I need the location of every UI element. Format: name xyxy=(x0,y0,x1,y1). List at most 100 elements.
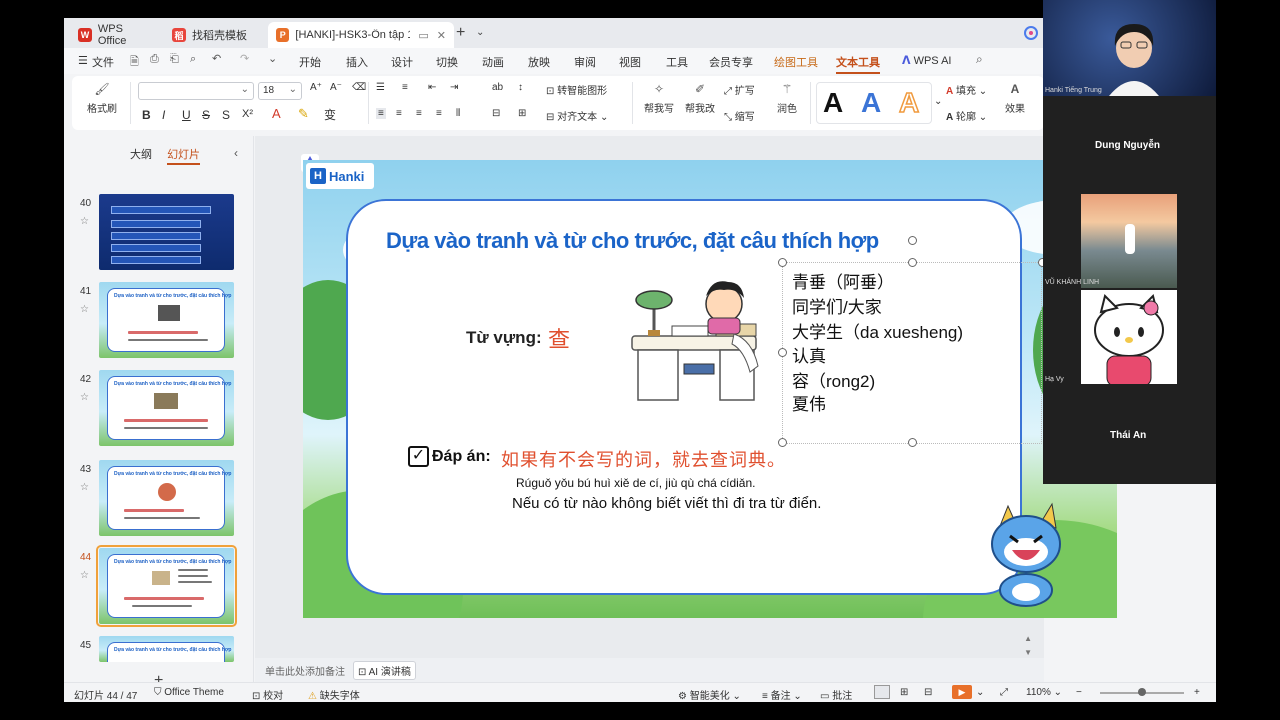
star-icon[interactable]: ☆ xyxy=(80,482,89,493)
columns-icon[interactable]: ⫴ xyxy=(456,108,460,119)
fit-window-icon[interactable]: ⤢ xyxy=(1000,687,1008,698)
menu-insert[interactable]: 插入 xyxy=(346,54,368,70)
italic-button[interactable]: I xyxy=(162,108,165,122)
zoom-slider[interactable] xyxy=(1100,688,1184,696)
fill-button[interactable]: A 填充 ⌄ xyxy=(946,82,987,97)
line-spacing-icon[interactable]: ↕ xyxy=(518,82,523,93)
increase-font-icon[interactable]: A⁺ xyxy=(310,82,322,93)
search-icon[interactable]: ⌕ xyxy=(976,52,983,67)
theme-indicator[interactable]: ⛉ Office Theme xyxy=(154,687,224,698)
strikethrough-icon[interactable]: S xyxy=(202,108,210,122)
chevron-down-icon[interactable]: ⌄ xyxy=(476,27,484,38)
superscript-icon[interactable]: X² xyxy=(242,108,253,120)
vertical-align-icon[interactable]: ⊞ xyxy=(518,108,526,119)
beautify-button[interactable]: ⚙ 智能美化 ⌄ xyxy=(678,687,741,702)
zoom-value[interactable]: 110% ⌄ xyxy=(1026,687,1062,698)
font-size-select[interactable]: 18 ⌄ xyxy=(258,82,302,100)
zoom-out-button[interactable]: − xyxy=(1076,687,1082,698)
word-item[interactable]: 容（rong2) xyxy=(792,367,875,392)
shadow-icon[interactable]: S xyxy=(222,108,230,122)
chevron-left-icon[interactable]: ‹ xyxy=(234,146,238,160)
tab-outline[interactable]: 大纲 xyxy=(130,149,152,161)
char-spacing-icon[interactable]: 变 xyxy=(324,106,336,123)
text-style-blue[interactable]: A xyxy=(861,87,881,119)
star-icon[interactable]: ☆ xyxy=(80,216,89,227)
participant-tile-havy[interactable]: Hạ Vy xyxy=(1043,288,1216,387)
menu-slideshow[interactable]: 放映 xyxy=(528,54,550,70)
text-direction-icon[interactable]: ab xyxy=(492,82,503,93)
slide-thumbnail-45[interactable]: Dựa vào tranh và từ cho trước, đặt câu t… xyxy=(99,636,234,662)
tab-template[interactable]: 稻 找稻壳模板 xyxy=(164,22,264,48)
menu-wps-ai[interactable]: ᐱ WPS AI xyxy=(902,54,951,67)
increase-indent-icon[interactable]: ⇥ xyxy=(450,82,458,93)
save-icon[interactable]: 🗎 xyxy=(130,53,139,72)
slide-thumbnail-40[interactable] xyxy=(99,194,234,270)
reading-view-icon[interactable]: ⊟ xyxy=(924,687,932,698)
numbered-list-icon[interactable]: ≡ xyxy=(402,82,408,93)
word-item[interactable]: 同学们/大家 xyxy=(792,293,882,318)
vocab-label[interactable]: Từ vựng: xyxy=(466,328,542,348)
expand-button[interactable]: ⤢ 扩写 xyxy=(724,82,755,97)
menu-design[interactable]: 设计 xyxy=(391,54,413,70)
menu-drawing-tools[interactable]: 绘图工具 xyxy=(774,54,818,70)
proofing-button[interactable]: ⊡ 校对 xyxy=(252,687,283,702)
help-edit-button[interactable]: ✐ 帮我改 xyxy=(680,82,720,115)
star-icon[interactable]: ☆ xyxy=(80,304,89,315)
font-color-icon[interactable]: A xyxy=(272,106,281,121)
tab-wps-office[interactable]: W WPS Office xyxy=(70,22,162,48)
align-left-icon[interactable]: ≡ xyxy=(376,108,386,119)
zoom-slider-thumb[interactable] xyxy=(1138,688,1146,696)
menu-transition[interactable]: 切换 xyxy=(436,54,458,70)
zoom-in-button[interactable]: + xyxy=(1194,687,1200,698)
hamburger-icon[interactable]: ☰ xyxy=(78,54,88,67)
shrink-button[interactable]: ⤡ 缩写 xyxy=(724,108,755,123)
bold-button[interactable]: B xyxy=(142,108,151,122)
resize-handle[interactable] xyxy=(908,258,917,267)
menu-home[interactable]: 开始 xyxy=(299,54,321,70)
format-painter-button[interactable]: 🖌 格式刷 xyxy=(82,82,122,115)
chevron-down-icon[interactable]: ⌄ xyxy=(934,96,942,107)
chevron-down-icon[interactable]: ▼ xyxy=(1024,648,1032,657)
tab-document[interactable]: P [HANKI]-HSK3-Ôn tập 1 (T ▭ ✕ xyxy=(268,22,454,48)
print-icon[interactable]: ⎗ xyxy=(170,53,179,66)
slide-thumbnail-44[interactable]: Dựa vào tranh và từ cho trước, đặt câu t… xyxy=(96,545,237,627)
comments-button[interactable]: ▭ 批注 xyxy=(820,687,852,702)
menu-tools[interactable]: 工具 xyxy=(666,54,688,70)
chevron-down-icon[interactable]: ⌄ xyxy=(976,687,984,698)
word-item[interactable]: 大学生（da xuesheng) xyxy=(792,318,963,343)
smart-shape-button[interactable]: ⊡ 转智能图形 xyxy=(546,82,607,97)
rotate-handle[interactable] xyxy=(908,236,917,245)
menu-view[interactable]: 视图 xyxy=(619,54,641,70)
participant-tile-thaian[interactable]: Thái An xyxy=(1043,384,1216,484)
open-icon[interactable]: ⎙ xyxy=(150,53,159,66)
help-write-button[interactable]: ✧ 帮我写 xyxy=(642,82,676,115)
text-style-orange[interactable]: A xyxy=(898,86,920,119)
slide-thumbnail-41[interactable]: Dựa vào tranh và từ cho trước, đặt câu t… xyxy=(99,282,234,358)
answer-chinese[interactable]: 如果有不会写的词，就去查词典。 xyxy=(501,446,786,472)
chevron-down-icon[interactable]: ⌄ xyxy=(268,52,277,65)
preview-icon[interactable]: ⌕ xyxy=(190,53,196,66)
participant-tile-dung[interactable]: Dung Nguyễn xyxy=(1043,96,1216,192)
clear-format-icon[interactable]: ⌫ xyxy=(352,82,366,93)
wps-ai-logo-icon[interactable] xyxy=(1024,26,1038,40)
host-video-tile[interactable]: Hanki Tiếng Trung xyxy=(1043,0,1216,96)
word-item[interactable]: 夏伟 xyxy=(792,390,826,415)
menu-animation[interactable]: 动画 xyxy=(482,54,504,70)
menu-text-tools[interactable]: 文本工具 xyxy=(836,54,880,74)
slide-title[interactable]: Dựa vào tranh và từ cho trước, đặt câu t… xyxy=(386,228,879,254)
menu-review[interactable]: 审阅 xyxy=(574,54,596,70)
highlight-icon[interactable]: ✎ xyxy=(298,106,309,122)
slide-thumbnail-43[interactable]: Dựa vào tranh và từ cho trước, đặt câu t… xyxy=(99,460,234,536)
ai-speech-button[interactable]: ⊡ AI 演讲稿 xyxy=(353,661,416,680)
answer-vietnamese[interactable]: Nếu có từ nào không biết viết thì đi tra… xyxy=(512,495,821,512)
close-icon[interactable]: ✕ xyxy=(437,29,446,42)
slide-thumbnail-42[interactable]: Dựa vào tranh và từ cho trước, đặt câu t… xyxy=(99,370,234,446)
undo-icon[interactable]: ↶ xyxy=(212,52,221,65)
outline-button[interactable]: A 轮廓 ⌄ xyxy=(946,108,987,123)
answer-label[interactable]: Đáp án: xyxy=(432,448,491,466)
text-style-black[interactable]: A xyxy=(823,87,843,119)
star-icon[interactable]: ☆ xyxy=(80,570,89,581)
new-tab-button[interactable]: + xyxy=(456,24,465,42)
decrease-font-icon[interactable]: A⁻ xyxy=(330,82,342,93)
justify-icon[interactable]: ≡ xyxy=(436,108,442,119)
